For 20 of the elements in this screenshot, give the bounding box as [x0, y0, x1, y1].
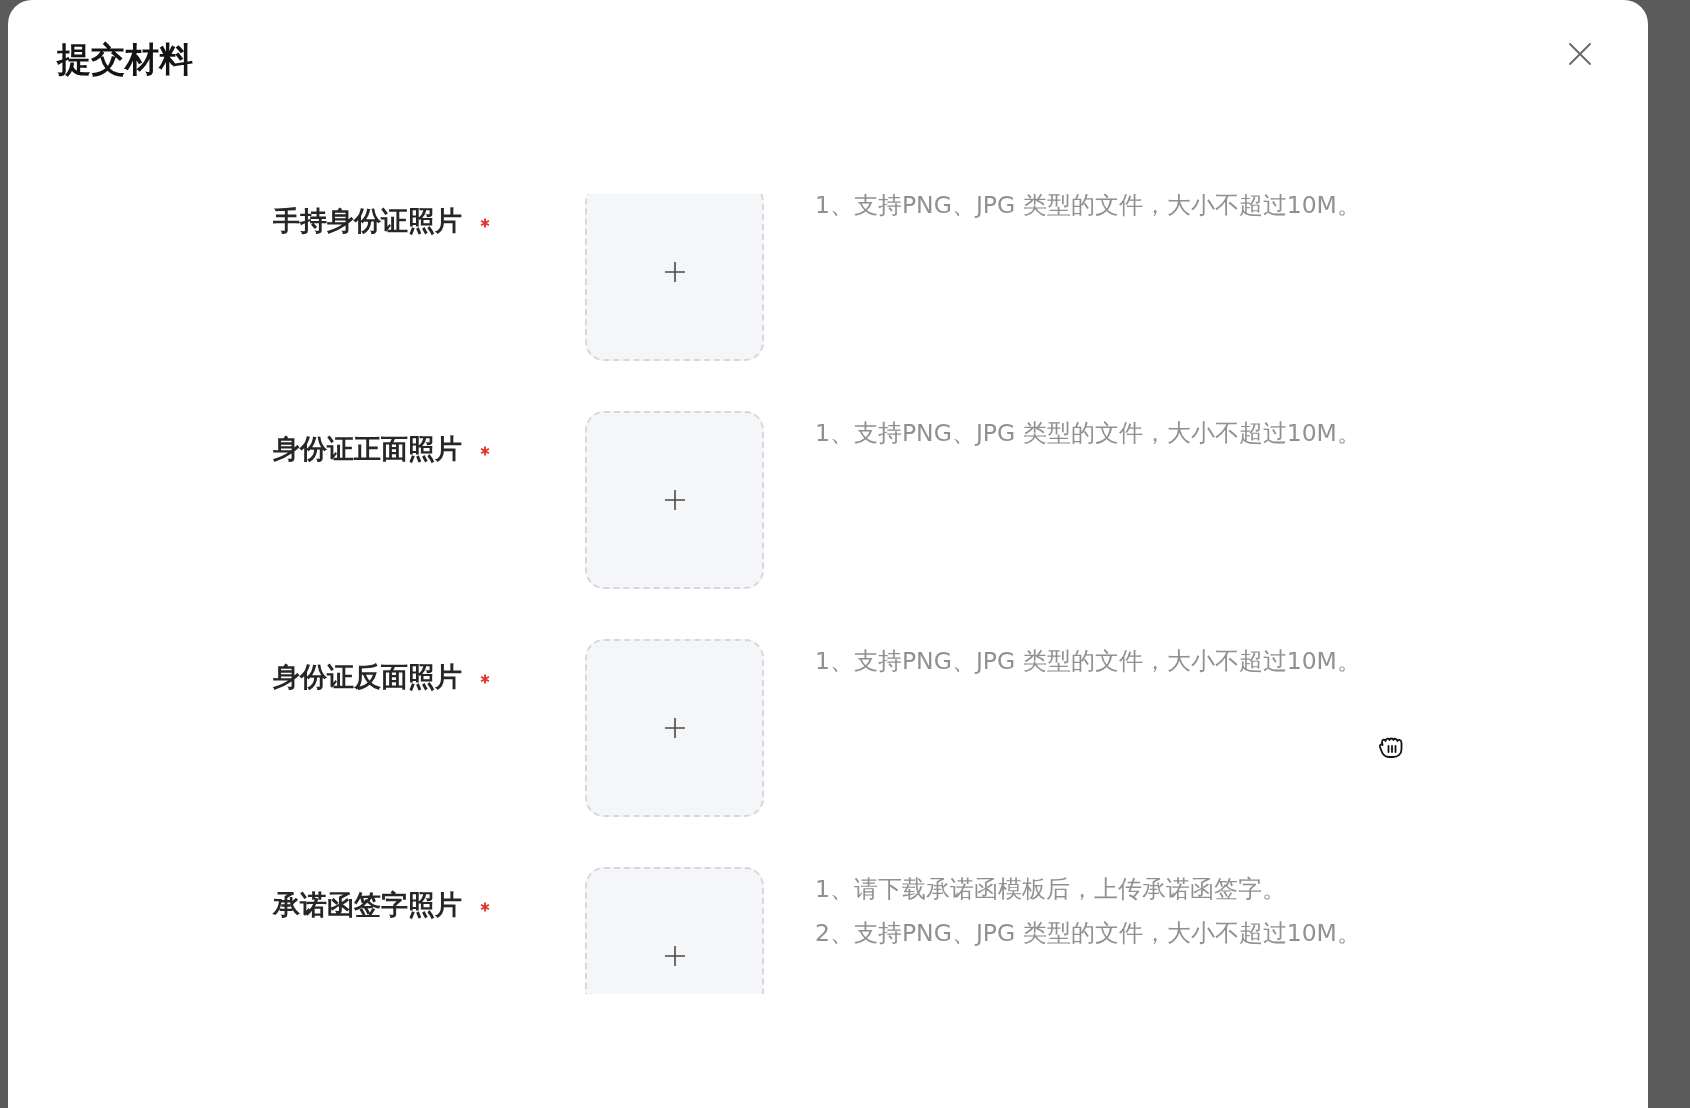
hint-text: 1、请下载承诺函模板后，上传承诺函签字。: [815, 874, 1287, 905]
plus-icon: [664, 946, 685, 966]
field-label: 身份证反面照片: [273, 660, 462, 694]
upload-area[interactable]: [585, 867, 764, 994]
field-label: 身份证正面照片: [273, 432, 462, 466]
plus-icon: [664, 262, 685, 282]
field-label: 手持身份证照片: [273, 204, 462, 238]
hint-text: 1、支持PNG、JPG 类型的文件，大小不超过10M。: [815, 194, 1361, 221]
upload-area[interactable]: [585, 639, 764, 817]
field-label: 承诺函签字照片: [273, 888, 462, 922]
hint-text: 2、支持PNG、JPG 类型的文件，大小不超过10M。: [815, 918, 1361, 949]
plus-icon: [664, 490, 685, 510]
dialog-title: 提交材料: [57, 38, 193, 81]
hint-text: 1、支持PNG、JPG 类型的文件，大小不超过10M。: [815, 646, 1361, 677]
close-button[interactable]: [1569, 43, 1591, 65]
upload-area[interactable]: [585, 194, 764, 361]
hint-text: 1、支持PNG、JPG 类型的文件，大小不超过10M。: [815, 418, 1361, 449]
upload-area[interactable]: [585, 411, 764, 589]
plus-icon: [664, 718, 685, 738]
close-icon: [1569, 43, 1591, 65]
